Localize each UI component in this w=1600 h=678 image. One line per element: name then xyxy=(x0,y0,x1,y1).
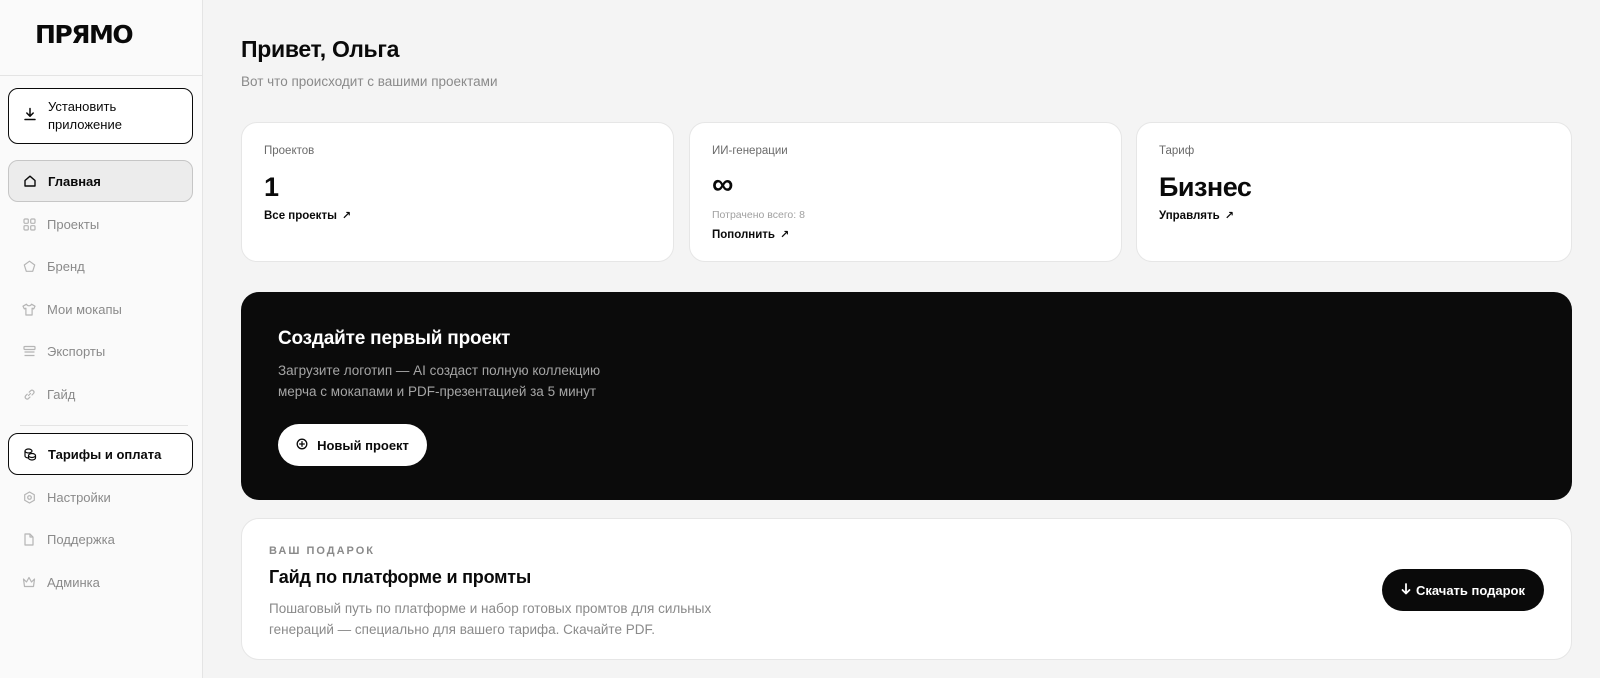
banner-title: Создайте первый проект xyxy=(278,328,511,349)
stat-label: Проектов xyxy=(264,145,315,157)
crown-icon xyxy=(22,575,36,589)
gear-icon xyxy=(22,490,36,504)
sidebar-item-label: Админка xyxy=(47,574,100,590)
banner-description: Загрузите логотип — AI создаст полную ко… xyxy=(278,363,601,399)
sidebar-item-label: Мои мокапы xyxy=(47,301,122,317)
page-title: Привет, Ольга xyxy=(241,36,400,62)
link-label: Управлять xyxy=(1159,209,1220,222)
stat-note: Потрачено всего: 8 xyxy=(712,209,805,221)
stat-card-ai-generations: ИИ-генерации ∞ Потрачено всего: 8 Пополн… xyxy=(689,122,1122,262)
sidebar-item-brand[interactable]: Бренд xyxy=(8,245,193,287)
sidebar-item-label: Экспорты xyxy=(47,343,106,359)
sidebar-item-mockups[interactable]: Мои мокапы xyxy=(8,288,193,330)
link-label: Все проекты xyxy=(264,209,337,222)
tshirt-icon xyxy=(22,302,36,316)
sidebar-item-label: Тарифы и оплата xyxy=(48,446,162,462)
pentagon-icon xyxy=(22,259,36,273)
gift-description: Пошаговый путь по платформе и набор гото… xyxy=(269,601,712,637)
document-icon xyxy=(22,532,36,546)
sidebar-divider xyxy=(20,425,188,426)
gift-eyebrow: ВАШ ПОДАРОК xyxy=(269,545,376,557)
stat-card-plan: Тариф Бизнес Управлять ↗ xyxy=(1136,122,1572,262)
gift-title: Гайд по платформе и промты xyxy=(269,567,532,587)
arrow-up-right-icon: ↗ xyxy=(1224,210,1234,222)
download-icon xyxy=(23,107,37,126)
sidebar-item-home[interactable]: Главная xyxy=(8,160,193,202)
sidebar-item-billing[interactable]: Тарифы и оплата xyxy=(8,433,193,475)
page-subtitle: Вот что происходит с вашими проектами xyxy=(241,74,498,89)
sidebar-item-label: Проекты xyxy=(47,216,100,232)
logo-area: ПРЯМО xyxy=(0,0,202,76)
top-up-link[interactable]: Пополнить ↗ xyxy=(712,228,790,242)
new-project-button[interactable]: Новый проект xyxy=(278,424,427,466)
stack-icon xyxy=(22,344,36,358)
download-gift-button[interactable]: Скачать подарок xyxy=(1382,569,1544,611)
main-content: Привет, Ольга Вот что происходит с вашим… xyxy=(203,0,1600,678)
stat-value: Бизнес xyxy=(1159,172,1252,202)
sidebar-item-label: Бренд xyxy=(47,258,85,274)
new-project-label: Новый проект xyxy=(317,437,409,453)
coins-icon xyxy=(23,447,37,461)
link-label: Пополнить xyxy=(712,228,775,241)
gift-card: ВАШ ПОДАРОК Гайд по платформе и промты П… xyxy=(241,518,1572,660)
stat-label: ИИ-генерации xyxy=(712,145,788,157)
install-app-label: Установить приложение xyxy=(48,99,122,132)
arrow-up-right-icon: ↗ xyxy=(780,229,790,241)
link-icon xyxy=(22,387,36,401)
all-projects-link[interactable]: Все проекты ↗ xyxy=(264,209,352,223)
brand-logo[interactable]: ПРЯМО xyxy=(35,22,134,47)
sidebar-item-projects[interactable]: Проекты xyxy=(8,203,193,245)
sidebar: ПРЯМО Установить приложение Главная Прое… xyxy=(0,0,203,678)
arrow-down-icon xyxy=(1401,582,1411,598)
sidebar-item-guide[interactable]: Гайд xyxy=(8,373,193,415)
stat-card-projects: Проектов 1 Все проекты ↗ xyxy=(241,122,674,262)
stat-label: Тариф xyxy=(1159,145,1195,157)
sidebar-item-label: Настройки xyxy=(47,489,111,505)
sidebar-item-support[interactable]: Поддержка xyxy=(8,518,193,560)
manage-plan-link[interactable]: Управлять ↗ xyxy=(1159,209,1234,223)
arrow-up-right-icon: ↗ xyxy=(341,210,352,222)
grid-icon xyxy=(22,217,36,231)
sidebar-item-settings[interactable]: Настройки xyxy=(8,476,193,518)
stat-value: 1 xyxy=(264,172,279,202)
create-first-project-banner: Создайте первый проект Загрузите логотип… xyxy=(241,292,1572,500)
sidebar-item-label: Гайд xyxy=(47,386,76,402)
sidebar-item-label: Поддержка xyxy=(47,531,115,547)
stat-value: ∞ xyxy=(712,168,733,201)
download-gift-label: Скачать подарок xyxy=(1415,582,1526,598)
sidebar-item-admin[interactable]: Админка xyxy=(8,561,193,603)
sidebar-item-label: Главная xyxy=(48,173,101,189)
install-app-button[interactable]: Установить приложение xyxy=(8,88,193,144)
home-icon xyxy=(23,174,37,188)
sidebar-item-exports[interactable]: Экспорты xyxy=(8,330,193,372)
plus-circle-icon xyxy=(296,438,308,453)
